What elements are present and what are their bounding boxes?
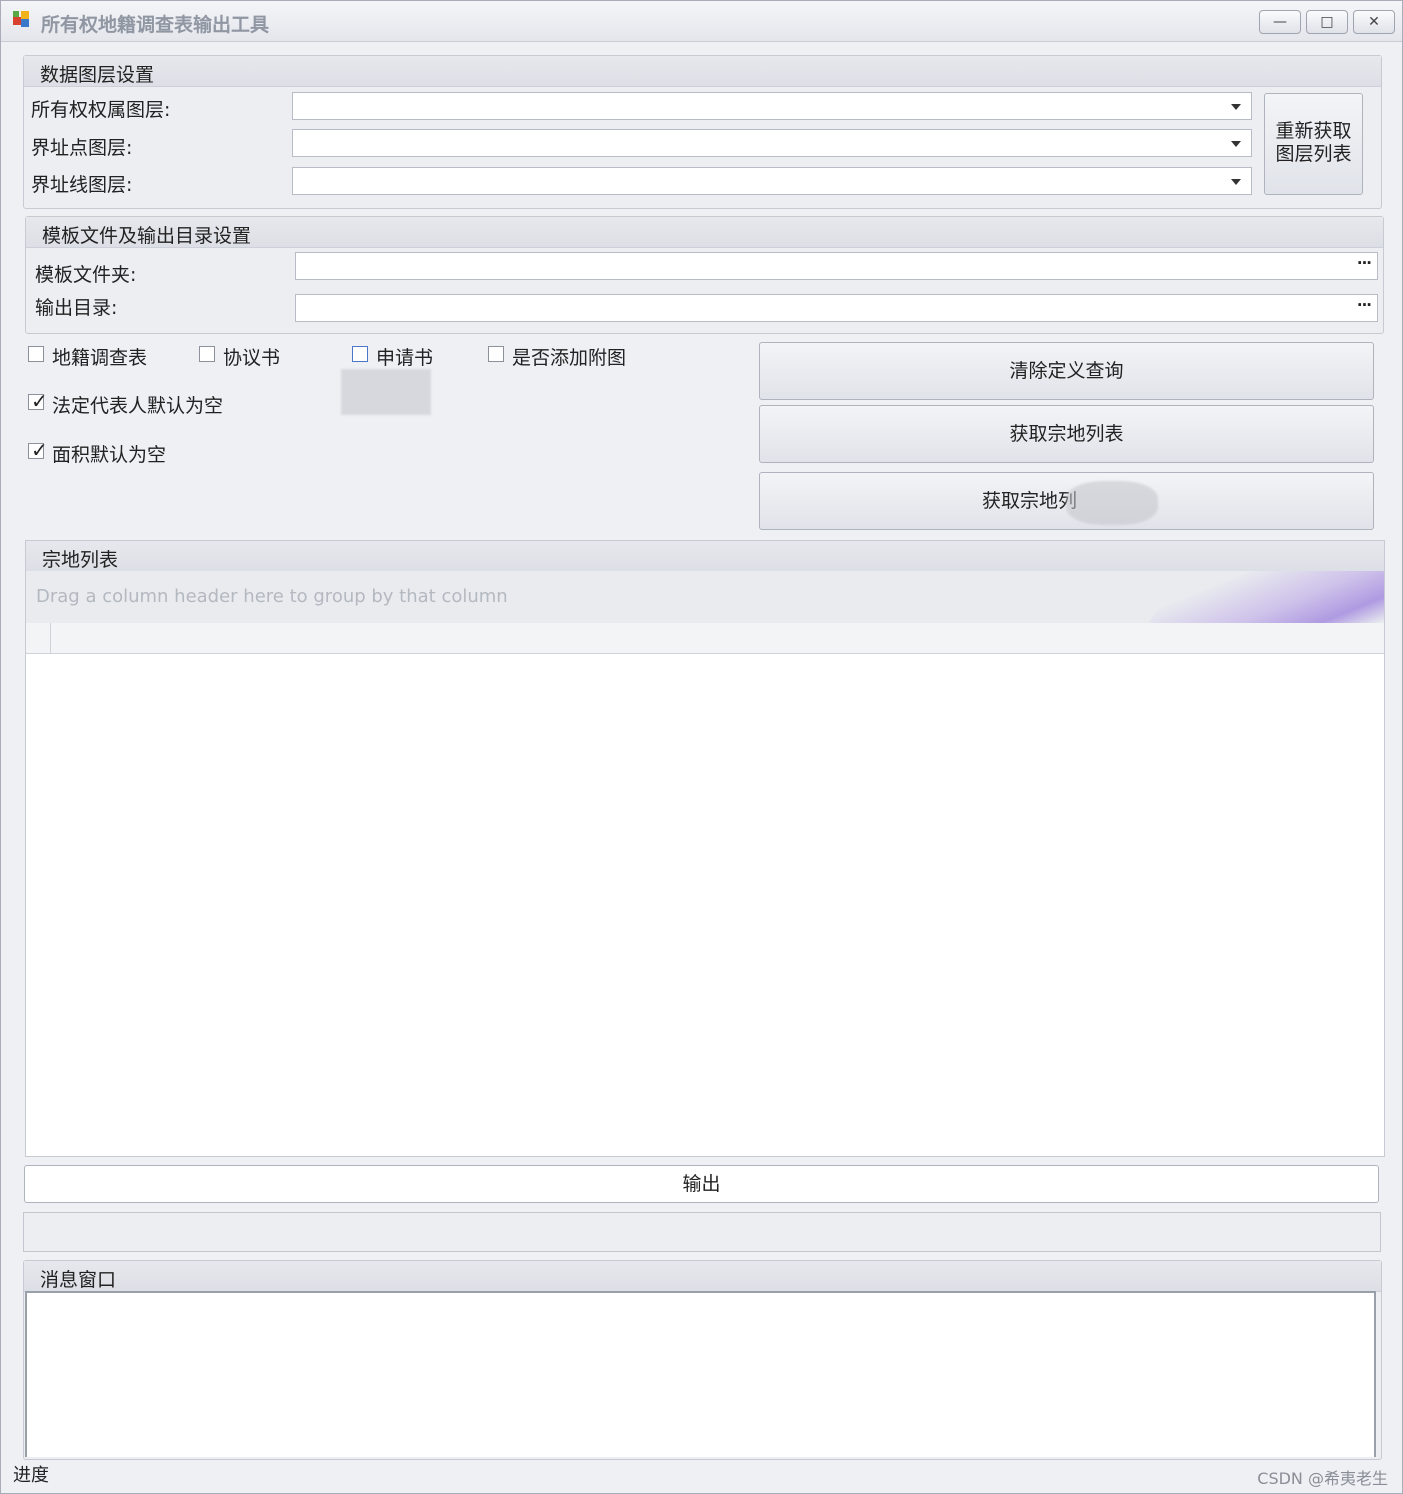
ownership-layer-combo[interactable]: [292, 92, 1252, 120]
app-icon: [13, 11, 33, 29]
checkbox-icon: [199, 346, 215, 362]
clear-query-button[interactable]: 清除定义查询: [759, 342, 1374, 400]
row-indicator-column: [26, 623, 51, 653]
window-title: 所有权地籍调查表输出工具: [41, 14, 270, 36]
group-panel[interactable]: Drag a column header here to group by th…: [26, 571, 1384, 624]
checkbox-icon: [28, 346, 44, 362]
output-dir-input[interactable]: ···: [295, 294, 1378, 322]
progress-status-label: 进度: [13, 1465, 49, 1486]
maximize-icon: □: [1320, 14, 1334, 30]
template-folder-input[interactable]: ···: [295, 252, 1378, 280]
add-attachment-label: 是否添加附图: [512, 347, 627, 369]
export-button[interactable]: 输出: [24, 1165, 1379, 1203]
watermark: CSDN @希夷老生: [1257, 1469, 1388, 1488]
title-bar: 所有权地籍调查表输出工具 — □ ✕: [1, 1, 1402, 42]
redacted-area: [1066, 481, 1158, 525]
browse-icon[interactable]: ···: [1357, 254, 1372, 272]
output-dir-label: 输出目录:: [35, 297, 118, 319]
refresh-layers-button[interactable]: 重新获取 图层列表: [1264, 93, 1363, 195]
boundary-line-layer-label: 界址线图层:: [31, 174, 133, 196]
maximize-button[interactable]: □: [1306, 10, 1348, 34]
main-window: 所有权地籍调查表输出工具 — □ ✕ 数据图层设置 所有权权属图层: 界址点图层…: [0, 0, 1403, 1494]
checkbox-checked-icon: ✓: [28, 389, 48, 413]
get-parcel-list-2-label: 获取宗地列: [982, 490, 1078, 512]
chevron-down-icon: [1231, 104, 1241, 110]
minimize-icon: —: [1273, 14, 1287, 30]
boundary-line-layer-combo[interactable]: [292, 167, 1252, 195]
layer-settings-header: 数据图层设置: [24, 56, 1381, 87]
boundary-point-layer-combo[interactable]: [292, 129, 1252, 157]
get-parcel-list-button[interactable]: 获取宗地列表: [759, 405, 1374, 463]
agreement-label: 协议书: [223, 347, 281, 369]
template-settings-header: 模板文件及输出目录设置: [26, 217, 1383, 248]
parcel-list-header: 宗地列表: [26, 541, 1384, 572]
export-label: 输出: [682, 1173, 721, 1195]
redacted-area: [341, 369, 431, 415]
minimize-button[interactable]: —: [1259, 10, 1301, 34]
application-label: 申请书: [376, 347, 434, 369]
grid-column-header[interactable]: [26, 623, 1384, 654]
checkbox-checked-icon: ✓: [28, 438, 48, 462]
legal-rep-empty-label: 法定代表人默认为空: [52, 395, 224, 417]
group-hint: Drag a column header here to group by th…: [36, 586, 508, 607]
progress-bar: [23, 1212, 1381, 1252]
message-textbox[interactable]: [25, 1291, 1376, 1457]
chevron-down-icon: [1231, 141, 1241, 147]
clear-query-label: 清除定义查询: [1009, 360, 1124, 382]
cadastral-survey-label: 地籍调查表: [52, 347, 148, 369]
refresh-layers-label: 重新获取 图层列表: [1275, 120, 1352, 165]
message-header: 消息窗口: [24, 1261, 1381, 1292]
close-button[interactable]: ✕: [1353, 10, 1395, 34]
checkbox-icon: [352, 346, 368, 362]
template-folder-label: 模板文件夹:: [35, 264, 137, 286]
checkbox-icon: [488, 346, 504, 362]
close-icon: ✕: [1368, 14, 1380, 30]
area-empty-label: 面积默认为空: [52, 444, 167, 466]
decorative-swoosh: [1135, 571, 1384, 623]
ownership-layer-label: 所有权权属图层:: [31, 99, 171, 121]
browse-icon[interactable]: ···: [1357, 296, 1372, 314]
chevron-down-icon: [1231, 179, 1241, 185]
boundary-point-layer-label: 界址点图层:: [31, 137, 133, 159]
parcel-list-panel: 宗地列表 Drag a column header here to group …: [25, 540, 1385, 1157]
get-parcel-list-label: 获取宗地列表: [1009, 423, 1124, 445]
